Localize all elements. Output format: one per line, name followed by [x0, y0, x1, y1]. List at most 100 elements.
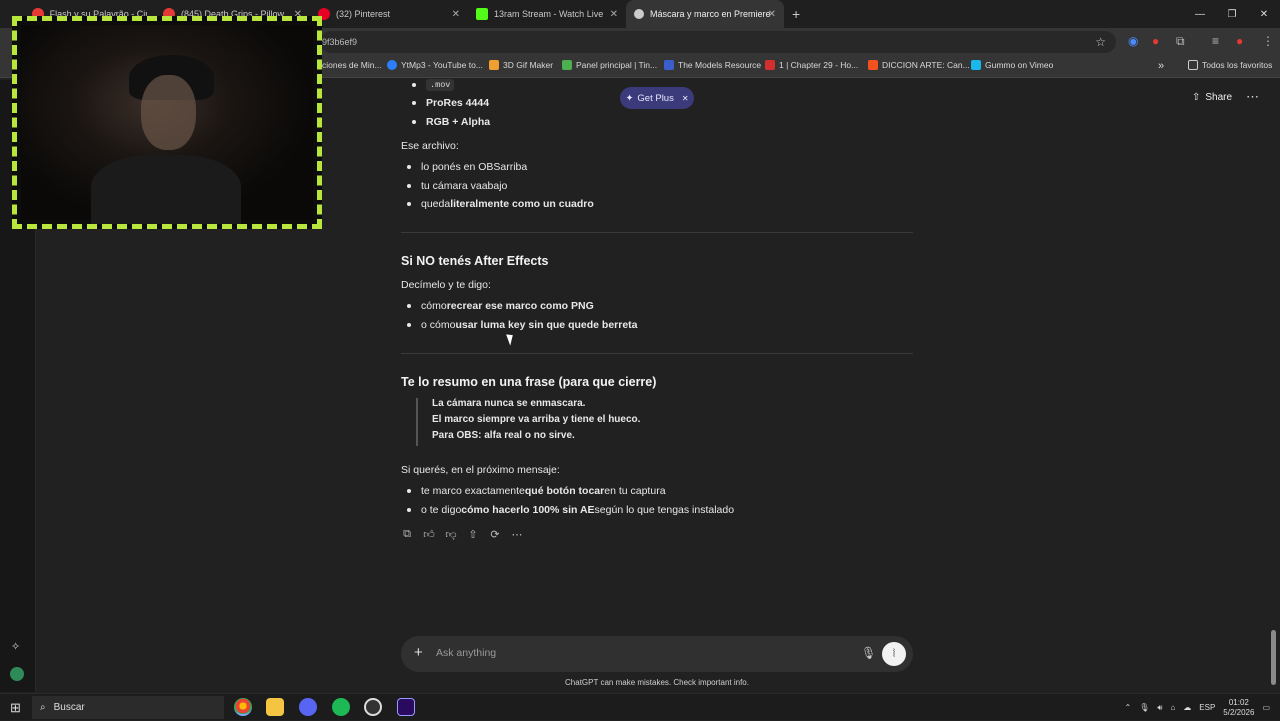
attach-plus-icon[interactable]: +: [414, 644, 423, 661]
more-options-icon[interactable]: ⋯: [1246, 89, 1259, 105]
vimeo-icon: [971, 60, 981, 70]
bookmark-item[interactable]: YtMp3 - YouTube to...: [387, 60, 483, 70]
clock[interactable]: 01:02 5/2/2026: [1223, 698, 1254, 718]
obs-icon[interactable]: [364, 698, 382, 716]
kick-favicon-icon: [476, 8, 488, 20]
tinkercad-icon: [562, 60, 572, 70]
tab-label: 13ram Stream - Watch Live on I...: [494, 9, 604, 19]
volume-icon[interactable]: 🔊︎: [1157, 703, 1162, 713]
start-windows-icon[interactable]: ⊞: [10, 700, 21, 716]
microphone-icon[interactable]: 🎙︎: [861, 646, 876, 660]
window-controls: — ❐ ✕: [1184, 0, 1280, 28]
chrome-icon[interactable]: [234, 698, 252, 716]
paragraph: Ese archivo:: [401, 140, 459, 152]
list-item: queda literalmente como un cuadro: [407, 198, 594, 210]
list-item: tu cámara va abajo: [407, 180, 507, 192]
models-resource-icon: [664, 60, 674, 70]
disclaimer: ChatGPT can make mistakes. Check importa…: [565, 678, 749, 687]
composer: + Ask anything 🎙︎ ⦚: [401, 636, 913, 672]
file-explorer-icon[interactable]: [266, 698, 284, 716]
record-extension-icon[interactable]: ●: [1152, 34, 1159, 48]
ytmp3-icon: [387, 60, 397, 70]
taskbar-search[interactable]: ⌕ Buscar: [32, 696, 224, 719]
copy-icon[interactable]: ⧉: [401, 528, 413, 541]
tab-kick-stream[interactable]: 13ram Stream - Watch Live on I... ✕: [468, 0, 626, 28]
list-item: ProRes 4444: [412, 97, 489, 109]
downloads-icon[interactable]: ≡: [1212, 34, 1219, 48]
bookmark-item[interactable]: ciones de Min...: [322, 60, 382, 70]
bookmark-item[interactable]: DICCION ARTE: Can...: [868, 60, 970, 70]
system-tray: ⌃ 🎙︎ 🔊︎ ⌂ ☁ ESP 01:02 5/2/2026 ▭: [1125, 694, 1280, 721]
get-plus-button[interactable]: ✦ Get Plus ✕: [620, 87, 694, 109]
list-item: .mov: [412, 79, 455, 91]
thumbs-down-icon[interactable]: 👎︎: [445, 528, 457, 541]
notifications-icon[interactable]: ▭: [1262, 703, 1270, 712]
all-bookmarks-folder[interactable]: Todos los favoritos: [1188, 60, 1272, 70]
list-item: o te digo cómo hacerlo 100% sin AE según…: [407, 504, 734, 516]
search-icon: ⌕: [40, 702, 46, 713]
tab-chatgpt[interactable]: Máscara y marco en Premiere ✕: [626, 0, 784, 28]
bookmark-item[interactable]: The Models Resource: [664, 60, 761, 70]
mouse-cursor-icon: [506, 332, 516, 346]
voice-mode-button[interactable]: ⦚: [882, 642, 906, 666]
more-icon[interactable]: ⋯: [511, 528, 523, 541]
network-icon[interactable]: ⌂: [1170, 703, 1175, 712]
code-tag: .mov: [426, 79, 455, 91]
maximize-icon[interactable]: ❐: [1216, 9, 1248, 20]
minimize-icon[interactable]: —: [1184, 9, 1216, 20]
tab-label: Máscara y marco en Premiere: [650, 9, 771, 19]
paragraph: Si querés, en el próximo mensaje:: [401, 464, 560, 476]
chevron-up-icon[interactable]: ⌃: [1125, 703, 1132, 712]
thumbs-up-icon[interactable]: 👍︎: [423, 528, 435, 541]
share-icon: ⇧: [1192, 92, 1201, 103]
gif-maker-icon: [489, 60, 499, 70]
divider: [401, 353, 913, 354]
language-indicator[interactable]: ESP: [1199, 703, 1215, 712]
more-bookmarks-icon[interactable]: »: [1158, 60, 1164, 72]
regenerate-icon[interactable]: ⟳: [489, 528, 501, 541]
discord-icon[interactable]: [299, 698, 317, 716]
close-tab-icon[interactable]: ✕: [452, 9, 460, 20]
scrollbar[interactable]: [1271, 630, 1276, 685]
chatgpt-favicon-icon: [634, 9, 644, 19]
bookmark-star-icon[interactable]: ☆: [1095, 35, 1106, 49]
bookmark-item[interactable]: 3D Gif Maker: [489, 60, 553, 70]
profile-icon[interactable]: ●: [1236, 34, 1243, 48]
quote-line: El marco siempre va arriba y tiene el hu…: [432, 414, 641, 425]
extension-icon[interactable]: ◉: [1128, 34, 1138, 48]
user-avatar[interactable]: [10, 667, 24, 681]
plus-sparkle-icon: ✦: [625, 92, 634, 104]
bookmark-item[interactable]: Gummo on Vimeo: [971, 60, 1053, 70]
share-button[interactable]: ⇧ Share: [1192, 92, 1232, 103]
section-heading: Te lo resumo en una frase (para que cier…: [401, 375, 657, 389]
spotify-icon[interactable]: [332, 698, 350, 716]
address-input[interactable]: 9f3b6ef9 ☆: [320, 31, 1116, 53]
paragraph: Decímelo y te digo:: [401, 279, 491, 291]
tab-pinterest[interactable]: (32) Pinterest ✕: [310, 0, 468, 28]
chapter-icon: [765, 60, 775, 70]
bookmark-item[interactable]: Panel principal | Tin...: [562, 60, 657, 70]
webcam-feed: [21, 25, 313, 224]
microphone-tray-icon[interactable]: 🎙︎: [1139, 703, 1149, 712]
sparkle-icon[interactable]: ✧: [11, 640, 20, 653]
premiere-pro-icon[interactable]: [397, 698, 415, 716]
webcam-overlay: [12, 16, 322, 229]
close-tab-icon[interactable]: ✕: [768, 9, 776, 20]
close-window-icon[interactable]: ✕: [1248, 9, 1280, 20]
quote-line: Para OBS: alfa real o no sirve.: [432, 430, 575, 441]
bookmark-item[interactable]: 1 | Chapter 29 - Ho...: [765, 60, 858, 70]
new-tab-icon[interactable]: +: [792, 6, 800, 22]
browser-menu-icon[interactable]: ⋮: [1262, 34, 1274, 48]
prompt-input[interactable]: Ask anything: [436, 647, 496, 659]
share-icon[interactable]: ⇧: [467, 528, 479, 541]
extensions-puzzle-icon[interactable]: ⧉: [1176, 34, 1185, 49]
list-item: RGB + Alpha: [412, 116, 490, 128]
blockquote: La cámara nunca se enmascara. El marco s…: [416, 398, 640, 446]
cloud-icon[interactable]: ☁: [1183, 703, 1191, 712]
list-item: lo ponés en OBS arriba: [407, 161, 527, 173]
list-item: cómo recrear ese marco como PNG: [407, 300, 594, 312]
close-icon[interactable]: ✕: [682, 94, 689, 103]
tab-label: (32) Pinterest: [336, 9, 391, 19]
message-actions: ⧉ 👍︎ 👎︎ ⇧ ⟳ ⋯: [401, 528, 523, 541]
close-tab-icon[interactable]: ✕: [610, 9, 618, 20]
